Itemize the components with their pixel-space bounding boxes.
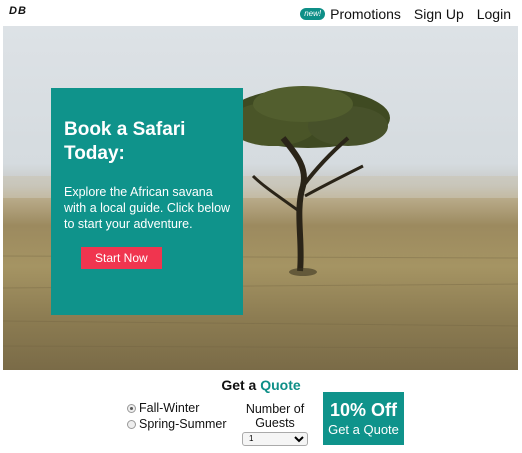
guests-select[interactable]: 1 [242,431,308,446]
quote-heading: Get a Quote [0,377,522,393]
offer-headline: 10% Off [329,400,398,420]
top-nav: new! Promotions Sign Up Login [300,6,511,22]
get-quote-button[interactable]: 10% Off Get a Quote [323,392,404,445]
radio-fall-winter[interactable] [127,403,136,413]
radio-spring-summer[interactable] [127,419,136,429]
season-label: Fall-Winter [139,401,200,415]
season-label: Spring-Summer [139,417,227,431]
start-now-button[interactable]: Start Now [81,247,162,269]
hero-banner: Book a Safari Today: Explore the African… [3,26,518,370]
guests-field: Number of Guests 1 [240,402,310,446]
guests-label: Number of Guests [245,402,305,430]
nav-promotions[interactable]: new! Promotions [300,6,401,22]
hero-description: Explore the African savana with a local … [64,185,231,231]
hero-title: Book a Safari Today: [64,119,186,164]
logo[interactable]: DB [9,5,27,17]
season-option-fall-winter[interactable]: Fall-Winter [127,400,227,416]
promo-card: Book a Safari Today: Explore the African… [51,88,243,315]
season-option-spring-summer[interactable]: Spring-Summer [127,416,227,432]
nav-link-login[interactable]: Login [477,6,511,22]
season-options: Fall-Winter Spring-Summer [127,400,227,432]
nav-link-sign-up[interactable]: Sign Up [414,6,464,22]
quote-heading-prefix: Get a [221,377,257,393]
nav-link-promotions[interactable]: Promotions [330,6,401,22]
quote-heading-accent: Quote [260,377,301,393]
new-badge: new! [300,8,326,20]
offer-subtext: Get a Quote [328,422,399,437]
